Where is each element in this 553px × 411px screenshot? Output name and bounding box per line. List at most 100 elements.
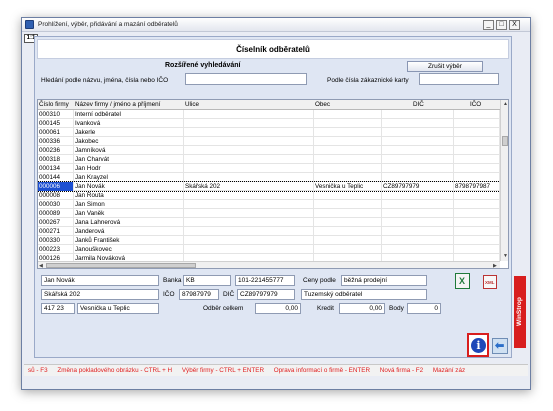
horizontal-scroll-thumb[interactable] (46, 263, 196, 268)
dic-field[interactable]: CZ89797979 (237, 289, 295, 300)
city-field[interactable]: Vesnička u Teplic (77, 303, 159, 314)
cell-city (314, 200, 382, 209)
minimize-button[interactable]: _ (483, 20, 494, 30)
back-button[interactable]: ⬅ (492, 338, 508, 354)
winstrop-brand-tab[interactable]: WinStrop (514, 276, 526, 348)
table-row[interactable]: 000008 Jan Routa (38, 191, 500, 200)
table-row[interactable]: 000236 Jamníková (38, 146, 500, 155)
title-bar[interactable]: Prohlížení, výběr, přidávání a mazání od… (22, 18, 530, 32)
cell-dic (382, 155, 454, 164)
points-label: Body (389, 305, 404, 312)
cell-name: Jan Charvát (74, 155, 184, 164)
cell-city: Vesnička u Teplic (314, 182, 382, 191)
scroll-down-icon[interactable]: ▼ (503, 253, 508, 259)
table-row[interactable]: 000223 Janouškovec (38, 245, 500, 254)
column-header-dic[interactable]: DIČ (413, 101, 424, 108)
zip-field[interactable]: 417 23 (41, 303, 75, 314)
cell-street (184, 155, 314, 164)
cell-dic (382, 218, 454, 227)
street-field[interactable]: Skářská 202 (41, 289, 159, 300)
table-row[interactable]: 000006 Jan Novák Skářská 202 Vesnička u Tep… (38, 181, 501, 192)
dic-label: DIČ (223, 291, 235, 298)
scroll-up-icon[interactable]: ▲ (503, 101, 508, 107)
points-field[interactable]: 0 (407, 303, 441, 314)
table-row[interactable]: 000336 Jakobec (38, 137, 500, 146)
excel-export-icon[interactable] (455, 273, 470, 289)
search-section: Rozšířené vyhledávání Zrušit výběr Hledá… (37, 61, 509, 97)
cell-dic (382, 209, 454, 218)
main-panel: Číselník odběratelů Rozšířené vyhledáván… (34, 36, 512, 358)
table-row[interactable]: 000134 Jan Hodr (38, 164, 500, 173)
info-button[interactable]: i (467, 333, 489, 357)
cell-name: Janouškovec (74, 245, 184, 254)
column-header-ico[interactable]: IČO (470, 101, 481, 108)
table-row[interactable]: 000310 Interní odběratel (38, 110, 500, 119)
column-header-city[interactable]: Obec (315, 101, 330, 108)
status-item: Výběr firmy - CTRL + ENTER (181, 367, 265, 374)
cell-dic (382, 146, 454, 155)
turnover-label: Odběr celkem (203, 305, 244, 312)
vertical-scrollbar[interactable]: ▲ ▼ (500, 100, 508, 261)
cell-ico (454, 191, 500, 200)
cell-name: Jan Simon (74, 200, 184, 209)
account-field[interactable]: 101-221455777 (235, 275, 295, 286)
cell-dic (382, 236, 454, 245)
table-row[interactable]: 000145 Ivanková (38, 119, 500, 128)
app-icon (25, 20, 34, 29)
status-item: sů - F3 (28, 367, 48, 374)
cell-dic (382, 119, 454, 128)
cell-street (184, 200, 314, 209)
cell-street (184, 110, 314, 119)
cell-id: 000089 (38, 209, 74, 218)
column-header-street[interactable]: Ulice (185, 101, 199, 108)
search-card-input[interactable] (419, 73, 499, 85)
cell-dic (382, 128, 454, 137)
info-icon: i (471, 338, 486, 353)
search-name-input[interactable] (185, 73, 307, 85)
cell-ico (454, 227, 500, 236)
clear-selection-button[interactable]: Zrušit výběr (407, 61, 483, 72)
cell-ico (454, 245, 500, 254)
column-header-id[interactable]: Číslo firmy (39, 101, 69, 108)
bank-field[interactable]: KB (183, 275, 231, 286)
xml-export-icon[interactable]: XML (483, 275, 497, 289)
table-row[interactable]: 000061 Jakerle (38, 128, 500, 137)
horizontal-scrollbar[interactable]: ◀ ▶ (38, 261, 500, 268)
back-arrow-icon: ⬅ (495, 340, 505, 352)
customer-type-field[interactable]: Tuzemský odběratel (301, 289, 427, 300)
table-row[interactable]: 000330 Janků František (38, 236, 500, 245)
cell-id: 000134 (38, 164, 74, 173)
cell-name: Jan Routa (74, 191, 184, 200)
cell-name: Janků František (74, 236, 184, 245)
credit-field[interactable]: 0,00 (339, 303, 385, 314)
cell-city (314, 245, 382, 254)
detail-name-field[interactable]: Jan Novák (41, 275, 159, 286)
cell-street (184, 164, 314, 173)
cell-name: Jakobec (74, 137, 184, 146)
status-bar: sů - F3 Změna pokladového obrázku - CTRL… (24, 364, 528, 376)
cell-id: 000030 (38, 200, 74, 209)
cell-name: Jamníková (74, 146, 184, 155)
turnover-field[interactable]: 0,00 (255, 303, 301, 314)
table-row[interactable]: 000271 Janderová (38, 227, 500, 236)
cell-ico (454, 146, 500, 155)
cell-ico (454, 155, 500, 164)
vertical-scroll-thumb[interactable] (502, 136, 508, 146)
scroll-right-icon[interactable]: ▶ (493, 263, 497, 268)
table-row[interactable]: 000030 Jan Simon (38, 200, 500, 209)
scroll-left-icon[interactable]: ◀ (39, 263, 43, 268)
customer-table[interactable]: Číslo firmy Název firmy / jméno a příjme… (37, 99, 509, 269)
ico-field[interactable]: 87987979 (179, 289, 219, 300)
table-row[interactable]: 000267 Jana Lahnerová (38, 218, 500, 227)
table-row[interactable]: 000089 Jan Vaněk (38, 209, 500, 218)
table-row[interactable]: 000144 Jan Krayzel (38, 173, 500, 182)
cell-ico (454, 110, 500, 119)
close-button[interactable]: X (509, 20, 520, 30)
table-row[interactable]: 000318 Jan Charvát (38, 155, 500, 164)
cell-street (184, 236, 314, 245)
column-header-name[interactable]: Název firmy / jméno a příjmení (75, 101, 160, 108)
status-item: Oprava informací o firmě - ENTER (273, 367, 371, 374)
maximize-button[interactable]: □ (496, 20, 507, 30)
price-field[interactable]: běžná prodejní (341, 275, 427, 286)
cell-city (314, 146, 382, 155)
